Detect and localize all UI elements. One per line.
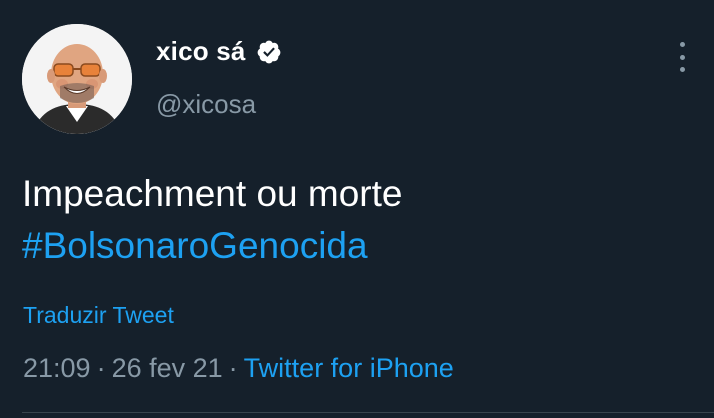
author-name-row: xico sá (156, 36, 282, 67)
avatar-photo-icon (22, 24, 132, 134)
more-dot (679, 67, 685, 72)
more-vertical-icon[interactable] (672, 42, 692, 72)
meta-separator: · (96, 353, 106, 383)
divider (22, 412, 714, 413)
hashtag-link[interactable]: #BolsonaroGenocida (22, 220, 402, 272)
tweet-text: Impeachment ou morte #BolsonaroGenocida (22, 168, 402, 272)
translate-tweet-link[interactable]: Traduzir Tweet (23, 302, 174, 329)
meta-separator: · (228, 353, 238, 383)
avatar[interactable] (22, 24, 132, 134)
more-dot (679, 54, 685, 60)
tweet-date: 26 fev 21 (111, 353, 223, 383)
display-name[interactable]: xico sá (156, 36, 246, 67)
tweet-source-link[interactable]: Twitter for iPhone (244, 353, 454, 383)
tweet-text-line: Impeachment ou morte (22, 173, 403, 214)
author-handle[interactable]: @xicosa (156, 89, 256, 120)
tweet-time: 21:09 (23, 353, 91, 383)
tweet-meta: 21:09 · 26 fev 21 · Twitter for iPhone (23, 353, 454, 384)
more-dot (679, 42, 685, 47)
verified-badge-icon (256, 39, 282, 65)
tweet-card: xico sá @xicosa Impeachment ou morte #Bo… (0, 0, 714, 418)
